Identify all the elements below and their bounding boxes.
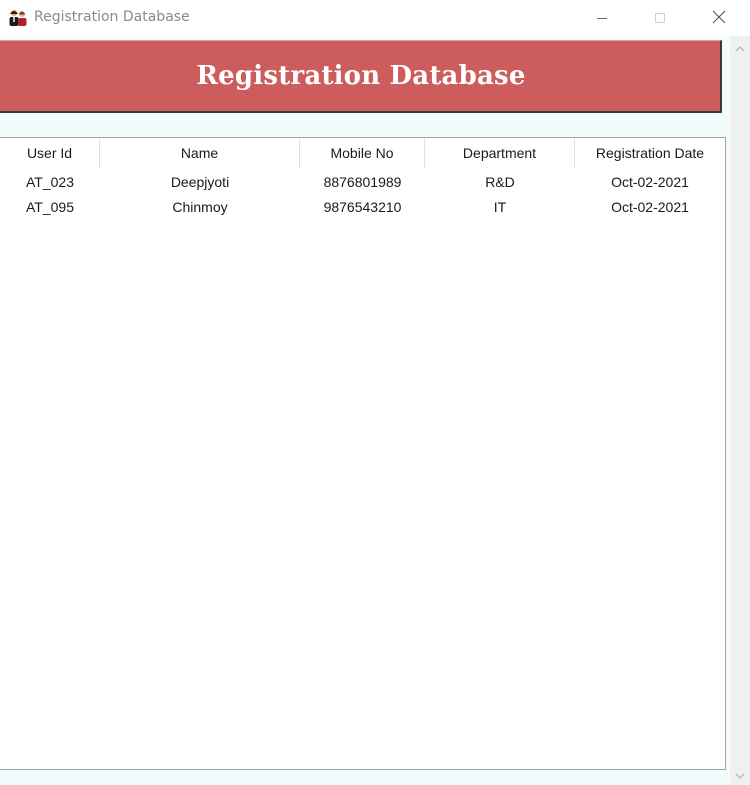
cell-user-id: AT_023 bbox=[26, 173, 74, 190]
column-header-mobile-no[interactable]: Mobile No bbox=[300, 138, 425, 168]
table-row[interactable]: AT_095 Chinmoy 9876543210 IT Oct-02-2021 bbox=[0, 194, 725, 219]
chevron-up-icon bbox=[735, 38, 745, 57]
table-row[interactable]: AT_023 Deepjyoti 8876801989 R&D Oct-02-2… bbox=[0, 169, 725, 194]
cell-mobile-no: 9876543210 bbox=[323, 198, 402, 215]
cell-registration-date: Oct-02-2021 bbox=[611, 198, 689, 215]
page-title: Registration Database bbox=[196, 61, 526, 91]
close-button[interactable] bbox=[690, 0, 748, 36]
header-banner: Registration Database bbox=[0, 40, 722, 113]
chevron-down-icon bbox=[735, 765, 745, 784]
client-area: Registration Database User Id Name Mobil… bbox=[0, 36, 730, 785]
maximize-button[interactable] bbox=[631, 0, 689, 36]
column-header-department[interactable]: Department bbox=[425, 138, 575, 168]
vertical-scrollbar[interactable] bbox=[730, 36, 750, 785]
cell-name: Deepjyoti bbox=[170, 173, 230, 190]
cell-user-id: AT_095 bbox=[26, 198, 74, 215]
column-header-name[interactable]: Name bbox=[100, 138, 300, 168]
registration-table[interactable]: User Id Name Mobile No Department Regist… bbox=[0, 137, 726, 770]
scroll-up-button[interactable] bbox=[730, 36, 750, 58]
cell-name: Chinmoy bbox=[172, 198, 228, 215]
cell-mobile-no: 8876801989 bbox=[323, 173, 402, 190]
window-title: Registration Database bbox=[34, 9, 190, 25]
cell-department: R&D bbox=[485, 173, 515, 190]
scroll-down-button[interactable] bbox=[730, 763, 750, 785]
column-header-user-id[interactable]: User Id bbox=[0, 138, 100, 168]
minimize-button[interactable] bbox=[573, 0, 631, 36]
registration-window: Registration Database Registration Datab… bbox=[0, 0, 750, 785]
table-header: User Id Name Mobile No Department Regist… bbox=[0, 138, 725, 168]
cell-registration-date: Oct-02-2021 bbox=[611, 173, 689, 190]
title-bar[interactable]: Registration Database bbox=[0, 0, 750, 36]
column-header-registration-date[interactable]: Registration Date bbox=[575, 138, 725, 168]
minimize-icon bbox=[596, 9, 608, 28]
close-icon bbox=[712, 9, 726, 28]
people-icon bbox=[8, 8, 28, 26]
cell-department: IT bbox=[493, 198, 507, 215]
maximize-icon bbox=[654, 9, 666, 28]
